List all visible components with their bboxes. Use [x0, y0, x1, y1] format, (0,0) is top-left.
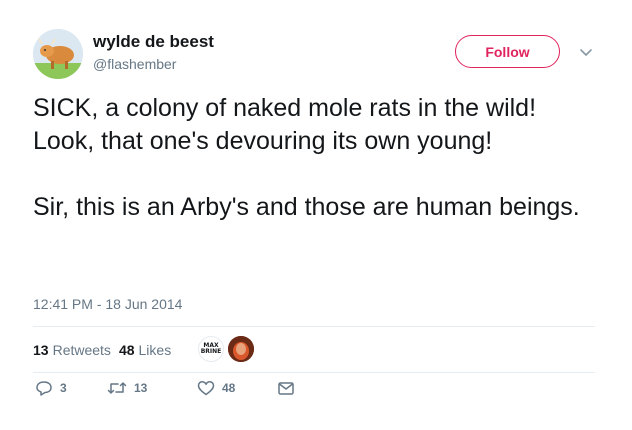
heart-icon	[197, 380, 215, 396]
liker-logo-text: MAX BRINE	[200, 342, 222, 355]
tweet-card: wylde de beest @flashember Follow SICK, …	[0, 0, 632, 430]
user-name[interactable]: wylde de beest	[93, 32, 214, 52]
retweet-icon	[107, 380, 127, 396]
tweet-text: SICK, a colony of naked mole rats in the…	[33, 94, 580, 221]
retweet-count: 13	[134, 381, 148, 395]
follow-button[interactable]: Follow	[455, 35, 560, 68]
liker-avatar[interactable]	[228, 336, 254, 362]
divider	[33, 326, 595, 327]
user-handle[interactable]: @flashember	[93, 56, 176, 72]
retweet-button[interactable]: 13	[107, 380, 147, 396]
chevron-down-icon[interactable]	[578, 44, 594, 60]
reply-button[interactable]: 3	[35, 380, 67, 396]
retweets-label: Retweets	[52, 342, 111, 358]
retweets-count: 13	[33, 342, 49, 358]
like-count: 48	[222, 381, 236, 395]
reply-count: 3	[60, 381, 67, 395]
likes-stat[interactable]: 48 Likes	[119, 342, 171, 358]
direct-message-button[interactable]	[277, 380, 295, 396]
avatar[interactable]	[33, 29, 83, 79]
divider	[33, 372, 595, 373]
likes-count: 48	[118, 342, 135, 358]
tweet-stats: 13 Retweets 48 Likes	[33, 342, 179, 358]
envelope-icon	[277, 380, 295, 396]
liker-avatar[interactable]: MAX BRINE	[198, 336, 224, 362]
reply-icon	[35, 380, 53, 396]
like-button[interactable]: 48	[197, 380, 235, 396]
likers-avatars: MAX BRINE	[198, 336, 258, 362]
retweets-stat[interactable]: 13 Retweets	[33, 342, 111, 358]
likes-label: Likes	[138, 342, 172, 358]
tweet-timestamp[interactable]: 12:41 PM - 18 Jun 2014	[33, 296, 182, 312]
